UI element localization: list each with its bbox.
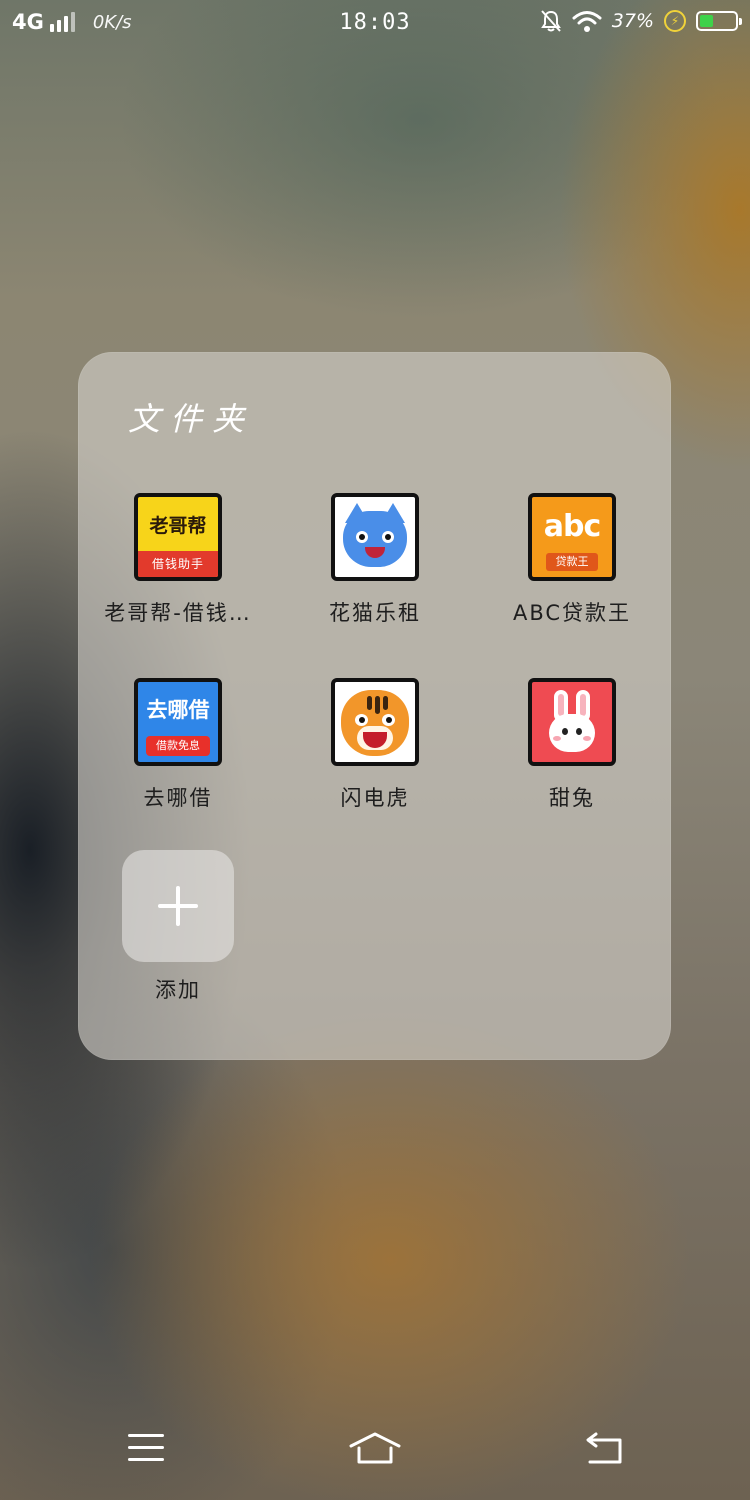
cat-eye-right bbox=[382, 531, 394, 543]
blue-cat-app-icon[interactable] bbox=[331, 493, 419, 581]
cat-mouth bbox=[365, 547, 385, 558]
home-icon[interactable] bbox=[345, 1430, 405, 1470]
laogebang-app-icon[interactable]: 老哥帮 借钱助手 bbox=[134, 493, 222, 581]
icon-text: abc bbox=[543, 509, 602, 544]
back-icon[interactable] bbox=[574, 1430, 634, 1470]
icon-text: 老哥帮 bbox=[149, 515, 207, 537]
charging-icon: ⚡ bbox=[664, 10, 686, 32]
rabbit-face bbox=[549, 714, 595, 752]
app-label: ABC贷款王 bbox=[512, 601, 632, 625]
navigation-bar bbox=[0, 1410, 750, 1500]
cat-eye-left bbox=[356, 531, 368, 543]
tiger-eye-left bbox=[355, 714, 368, 726]
wifi-icon bbox=[572, 11, 602, 32]
abc-loan-app-icon[interactable]: abc 贷款王 bbox=[528, 493, 616, 581]
battery-level bbox=[700, 15, 713, 27]
icon-subtext: 贷款王 bbox=[546, 553, 598, 571]
mute-bell-icon bbox=[540, 10, 561, 32]
menu-icon[interactable] bbox=[116, 1430, 176, 1470]
folder-title[interactable]: 文件夹 bbox=[128, 394, 254, 440]
battery-percent: 37% bbox=[611, 10, 654, 32]
app-huamaolezu[interactable]: 花猫乐租 bbox=[280, 493, 470, 627]
tiger-stripe bbox=[367, 696, 372, 710]
add-app-button[interactable]: 添加 bbox=[83, 850, 273, 1004]
app-label: 甜兔 bbox=[549, 786, 595, 810]
app-shandianhu[interactable]: 闪电虎 bbox=[280, 678, 470, 812]
plus-icon[interactable] bbox=[122, 850, 234, 962]
tiger-eye-right bbox=[382, 714, 395, 726]
app-folder: 文件夹 老哥帮 借钱助手 老哥帮-借钱… 花猫乐租 abc 贷款王 ABC贷款王 bbox=[78, 352, 671, 1060]
battery-icon bbox=[696, 11, 742, 31]
tiger-app-icon[interactable] bbox=[331, 678, 419, 766]
app-qunajie[interactable]: 去哪借 借款免息 去哪借 bbox=[83, 678, 273, 812]
status-bar-right: 37% ⚡ bbox=[540, 9, 742, 33]
app-label: 去哪借 bbox=[143, 786, 213, 810]
app-abc-loan[interactable]: abc 贷款王 ABC贷款王 bbox=[477, 493, 667, 627]
app-label: 老哥帮-借钱… bbox=[104, 601, 252, 625]
app-label: 闪电虎 bbox=[340, 786, 410, 810]
icon-text: 去哪借 bbox=[146, 698, 210, 722]
app-tiantu[interactable]: 甜兔 bbox=[477, 678, 667, 812]
tiger-stripe bbox=[383, 696, 388, 710]
rabbit-cheek-right bbox=[583, 736, 591, 741]
icon-subtext: 借款免息 bbox=[146, 736, 210, 756]
rabbit-eye-right bbox=[576, 728, 582, 735]
status-bar: 4G 0K/s 18:03 37% ⚡ bbox=[0, 0, 750, 52]
rabbit-eye-left bbox=[562, 728, 568, 735]
qunajie-app-icon[interactable]: 去哪借 借款免息 bbox=[134, 678, 222, 766]
icon-subtext: 借钱助手 bbox=[138, 551, 218, 577]
cat-face bbox=[343, 511, 407, 567]
app-laogebang[interactable]: 老哥帮 借钱助手 老哥帮-借钱… bbox=[83, 493, 273, 627]
add-label: 添加 bbox=[155, 978, 201, 1002]
rabbit-app-icon[interactable] bbox=[528, 678, 616, 766]
rabbit-cheek-left bbox=[553, 736, 561, 741]
tiger-stripe bbox=[375, 696, 380, 714]
tiger-face bbox=[341, 690, 409, 756]
app-label: 花猫乐租 bbox=[329, 601, 421, 625]
